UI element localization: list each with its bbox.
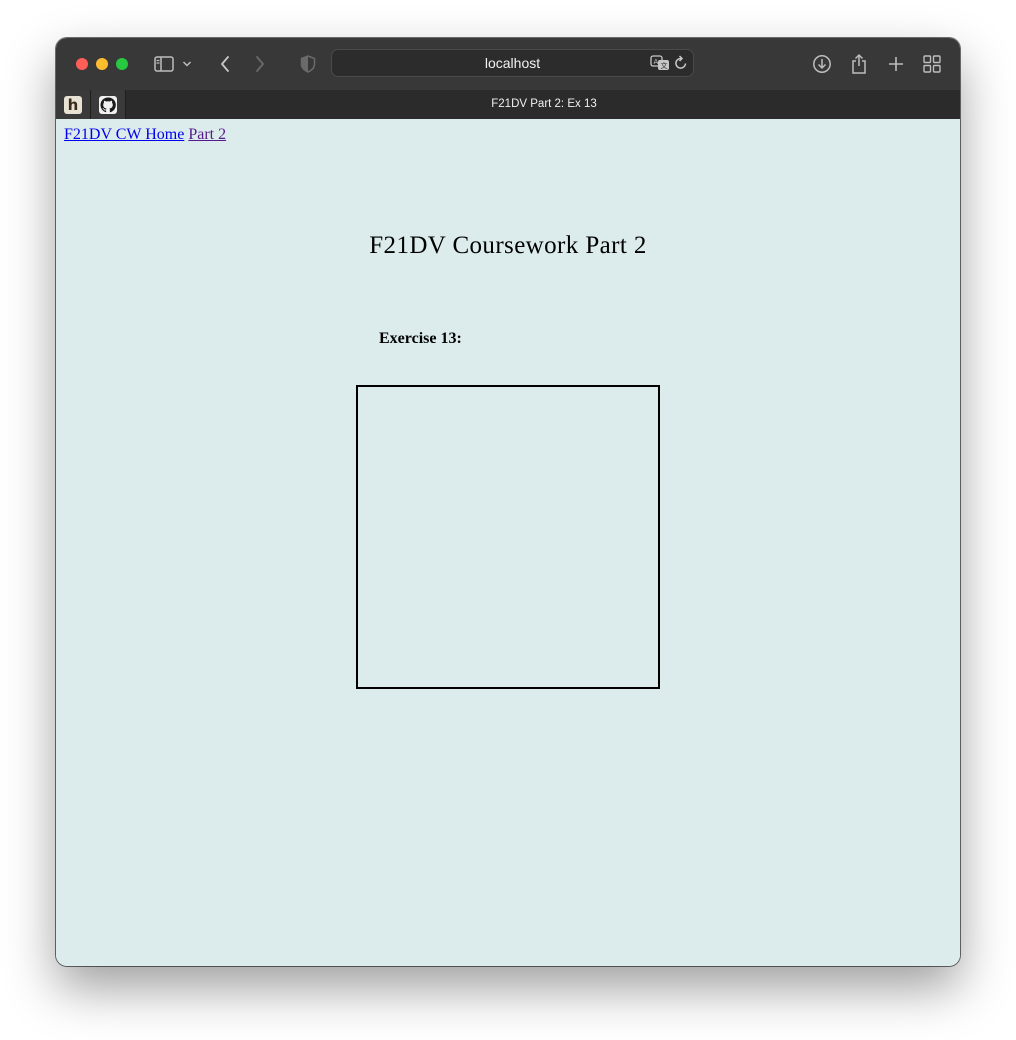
pinned-tab-h[interactable]: h bbox=[56, 90, 91, 119]
translate-icon[interactable]: A文 bbox=[650, 54, 670, 76]
github-icon bbox=[99, 95, 117, 114]
tab-overview-icon[interactable] bbox=[920, 52, 944, 76]
svg-text:A: A bbox=[654, 58, 659, 66]
back-icon[interactable] bbox=[213, 52, 237, 76]
address-text: localhost bbox=[484, 55, 541, 71]
page-nav: F21DV CW Home Part 2 bbox=[64, 126, 226, 144]
address-bar[interactable]: localhost A文 bbox=[331, 49, 694, 77]
forward-icon[interactable] bbox=[248, 52, 272, 76]
pinned-tab-github[interactable] bbox=[91, 90, 126, 119]
nav-link-part-2[interactable]: Part 2 bbox=[188, 126, 226, 143]
minimize-window-button[interactable] bbox=[96, 58, 108, 70]
page-title: F21DV Coursework Part 2 bbox=[369, 232, 647, 259]
sidebar-icon[interactable] bbox=[152, 52, 176, 76]
chevron-down-icon[interactable] bbox=[179, 52, 195, 76]
share-icon[interactable] bbox=[847, 52, 871, 76]
reload-icon[interactable] bbox=[674, 55, 688, 75]
shield-icon[interactable] bbox=[296, 52, 320, 76]
active-tab-title[interactable]: F21DV Part 2: Ex 13 bbox=[128, 98, 960, 110]
page-content: F21DV CW Home Part 2 F21DV Coursework Pa… bbox=[56, 119, 960, 966]
browser-toolbar: localhost A文 bbox=[56, 38, 960, 90]
tab-bar: h F21DV Part 2: Ex 13 bbox=[56, 90, 960, 120]
exercise-label: Exercise 13: bbox=[379, 330, 462, 347]
download-icon[interactable] bbox=[810, 52, 834, 76]
browser-window: localhost A文 h F21DV Part 2: Ex 13 F21DV… bbox=[56, 38, 960, 966]
new-tab-icon[interactable] bbox=[884, 52, 908, 76]
nav-link-home[interactable]: F21DV CW Home bbox=[64, 126, 184, 143]
h-favicon: h bbox=[64, 95, 82, 114]
close-window-button[interactable] bbox=[76, 58, 88, 70]
svg-text:文: 文 bbox=[661, 61, 668, 70]
svg-canvas bbox=[356, 385, 660, 689]
maximize-window-button[interactable] bbox=[116, 58, 128, 70]
